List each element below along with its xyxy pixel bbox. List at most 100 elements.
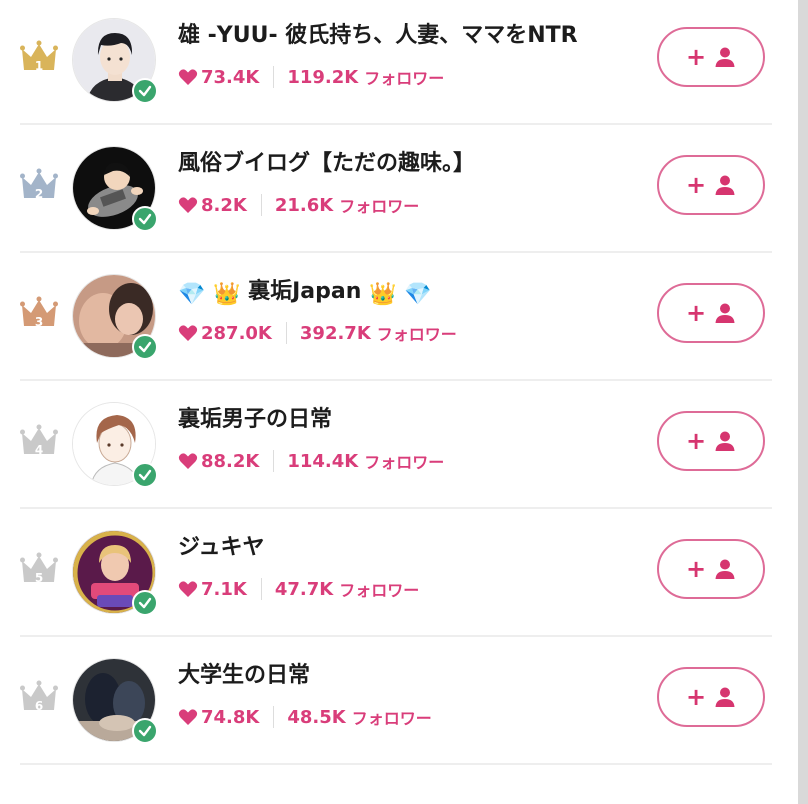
user-name[interactable]: 💎 👑 裏垢Japan 👑 💎 [178, 278, 432, 309]
follow-button[interactable]: + [657, 283, 765, 343]
gem-crown-emoji-prefix: 💎 👑 [178, 282, 241, 307]
avatar[interactable] [72, 18, 158, 104]
crown-icon: 2 [20, 168, 58, 204]
avatar[interactable] [72, 530, 158, 616]
rank-number: 2 [34, 187, 44, 201]
followers-label: フォロワー [339, 197, 420, 216]
scrollbar-track[interactable] [798, 0, 808, 804]
avatar[interactable] [72, 658, 158, 744]
followers-count: 119.2K [287, 66, 359, 88]
check-badge-icon [132, 718, 158, 744]
likes-count: 7.1K [201, 578, 247, 600]
list-item[interactable]: 5 ジュキヤ 7.1K 47.7K フォロワー + [20, 512, 772, 640]
heart-icon [178, 196, 198, 214]
heart-icon [178, 452, 198, 470]
likes-count: 88.2K [201, 450, 260, 472]
rank-number: 3 [34, 315, 44, 329]
add-user-icon [715, 687, 735, 707]
list-item[interactable]: 3 💎 👑 裏垢Japan 👑 💎 287.0K 392.7K フォロワー + [20, 256, 772, 384]
crown-icon: 4 [20, 424, 58, 460]
followers-label: フォロワー [351, 709, 432, 728]
divider [20, 251, 772, 253]
followers-label: フォロワー [364, 453, 445, 472]
followers-label: フォロワー [339, 581, 420, 600]
likes-count: 8.2K [201, 194, 247, 216]
rank-number: 6 [34, 699, 44, 713]
avatar[interactable] [72, 402, 158, 488]
list-item[interactable]: 1 雄 -YUU- 彼氏持ち、人妻、ママをNTR 73.4K 119.2K フォ… [20, 0, 772, 128]
plus-icon: + [685, 555, 707, 583]
stats-divider [273, 450, 275, 472]
followers-label: フォロワー [376, 325, 457, 344]
user-name[interactable]: 風俗ブイログ【ただの趣味。】 [178, 150, 475, 178]
followers-count: 114.4K [287, 450, 359, 472]
heart-icon [178, 708, 198, 726]
crown-icon: 5 [20, 552, 58, 588]
ranking-page: 1 雄 -YUU- 彼氏持ち、人妻、ママをNTR 73.4K 119.2K フォ… [0, 0, 808, 804]
avatar[interactable] [72, 146, 158, 232]
list-item[interactable]: 6 大学生の日常 74.8K 48.5K フォロワー + [20, 640, 772, 768]
user-stats: 7.1K 47.7K フォロワー [178, 574, 419, 604]
user-stats: 287.0K 392.7K フォロワー [178, 318, 457, 348]
check-badge-icon [132, 206, 158, 232]
add-user-icon [715, 47, 735, 67]
rank-number: 1 [34, 59, 44, 73]
follow-button[interactable]: + [657, 539, 765, 599]
stats-divider [273, 66, 275, 88]
user-stats: 73.4K 119.2K フォロワー [178, 62, 444, 92]
plus-icon: + [685, 427, 707, 455]
plus-icon: + [685, 683, 707, 711]
rank-number: 4 [34, 443, 44, 457]
user-name[interactable]: 裏垢男子の日常 [178, 406, 332, 434]
user-name-text: 裏垢Japan [248, 279, 362, 304]
add-user-icon [715, 559, 735, 579]
divider [20, 123, 772, 125]
check-badge-icon [132, 590, 158, 616]
user-name[interactable]: ジュキヤ [178, 534, 264, 562]
stats-divider [273, 706, 275, 728]
rank-number: 5 [34, 571, 44, 585]
add-user-icon [715, 431, 735, 451]
followers-count: 21.6K [274, 194, 334, 216]
user-stats: 88.2K 114.4K フォロワー [178, 446, 444, 476]
plus-icon: + [685, 171, 707, 199]
heart-icon [178, 68, 198, 86]
add-user-icon [715, 303, 735, 323]
likes-count: 73.4K [201, 66, 260, 88]
crown-icon: 6 [20, 680, 58, 716]
divider [20, 635, 772, 637]
check-badge-icon [132, 462, 158, 488]
divider [20, 763, 772, 765]
plus-icon: + [685, 299, 707, 327]
followers-label: フォロワー [364, 69, 445, 88]
check-badge-icon [132, 334, 158, 360]
followers-count: 392.7K [299, 322, 371, 344]
gem-crown-emoji-suffix: 👑 💎 [369, 282, 432, 307]
user-stats: 74.8K 48.5K フォロワー [178, 702, 432, 732]
follow-button[interactable]: + [657, 667, 765, 727]
list-item[interactable]: 2 風俗ブイログ【ただの趣味。】 8.2K 21.6K フォロワー + [20, 128, 772, 256]
divider [20, 379, 772, 381]
followers-count: 48.5K [287, 706, 346, 728]
stats-divider [260, 578, 262, 600]
likes-count: 287.0K [201, 322, 272, 344]
check-badge-icon [132, 78, 158, 104]
list-item[interactable]: 4 裏垢男子の日常 88.2K 114.4K フォロワー + [20, 384, 772, 512]
user-stats: 8.2K 21.6K フォロワー [178, 190, 419, 220]
stats-divider [285, 322, 287, 344]
follow-button[interactable]: + [657, 155, 765, 215]
stats-divider [260, 194, 262, 216]
heart-icon [178, 580, 198, 598]
crown-icon: 3 [20, 296, 58, 332]
heart-icon [178, 324, 198, 342]
follow-button[interactable]: + [657, 411, 765, 471]
plus-icon: + [685, 43, 707, 71]
avatar[interactable] [72, 274, 158, 360]
followers-count: 47.7K [274, 578, 334, 600]
likes-count: 74.8K [201, 706, 260, 728]
follow-button[interactable]: + [657, 27, 765, 87]
user-name[interactable]: 雄 -YUU- 彼氏持ち、人妻、ママをNTR [178, 22, 578, 50]
user-name[interactable]: 大学生の日常 [178, 662, 310, 690]
divider [20, 507, 772, 509]
add-user-icon [715, 175, 735, 195]
